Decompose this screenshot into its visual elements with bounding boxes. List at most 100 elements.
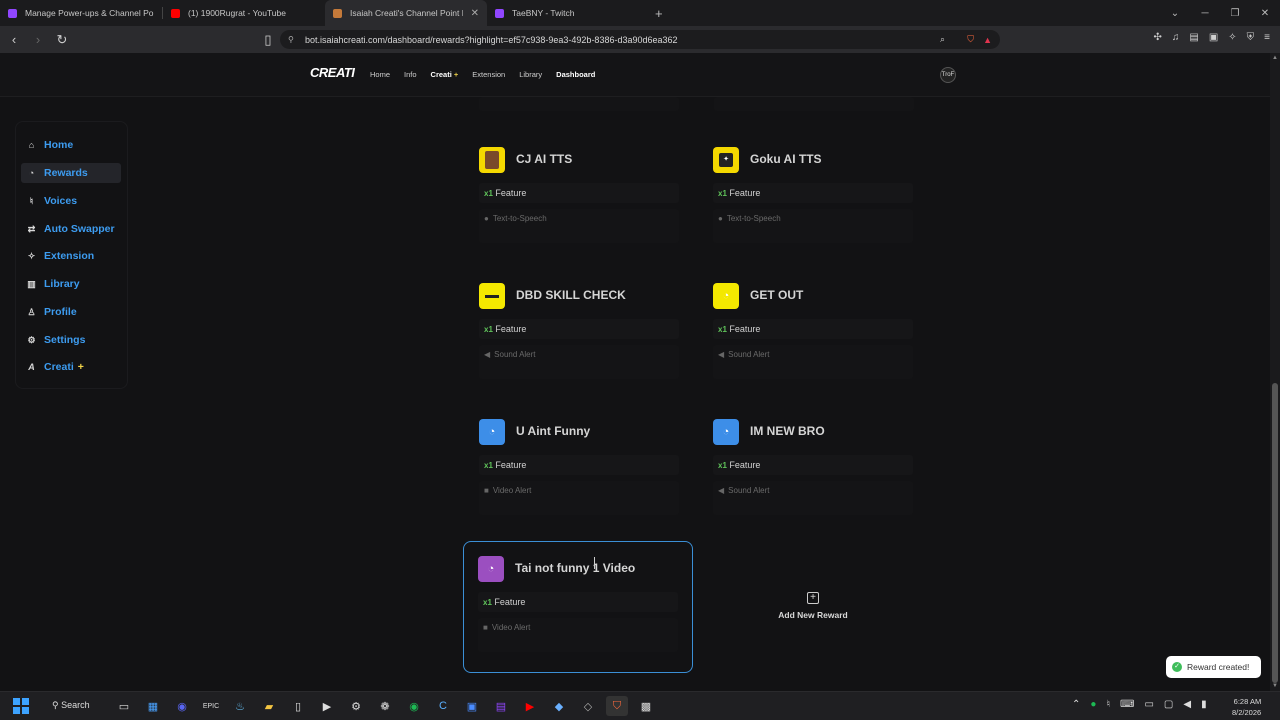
brave-browser-icon[interactable]: ⛉ — [606, 696, 628, 716]
reward-card[interactable]: DBD SKILL CHECK x1 Feature ◀ Sound Alert — [465, 269, 693, 399]
wallet-icon[interactable]: ▣ — [1209, 32, 1218, 43]
window-controls: ⌄ ─ ❐ ✕ — [1160, 0, 1280, 26]
add-new-reward-button[interactable]: + Add New Reward — [703, 543, 931, 673]
microphone-icon: ♮ — [29, 195, 34, 206]
steam-icon[interactable]: ♨ — [229, 696, 251, 716]
app-c-icon[interactable]: C — [432, 696, 454, 716]
reward-card[interactable]: CJ AI TTS x1 Feature ● Text-to-Speech — [465, 133, 693, 263]
tab-creati-bot[interactable]: Isaiah Creati's Channel Point Bot ✕ — [325, 0, 487, 26]
app-grid-icon[interactable]: ▩ — [635, 696, 657, 716]
network-icon[interactable]: ▢ — [1164, 699, 1173, 710]
sidebar-item-auto-swapper[interactable]: ⇄ Auto Swapper — [21, 219, 121, 239]
weather-icon[interactable]: ▦ — [142, 696, 164, 716]
spotify-tray-icon[interactable]: ● — [1090, 699, 1096, 710]
nav-extension[interactable]: Extension — [472, 70, 505, 79]
scroll-thumb[interactable] — [1272, 383, 1278, 683]
media-icon[interactable]: ♫ — [1172, 32, 1180, 43]
notepad-icon[interactable]: ▯ — [287, 696, 309, 716]
reward-card-highlighted[interactable]: ◔ Tai not funny 1 Video x1 Feature ■ Vide… — [463, 541, 693, 673]
display-icon[interactable]: ▭ — [1144, 699, 1153, 710]
discord-icon[interactable]: ◉ — [171, 696, 193, 716]
bookmark-icon[interactable]: ▯ — [258, 32, 278, 48]
microphone-tray-icon[interactable]: ♮ — [1106, 699, 1110, 710]
tray-overflow-icon[interactable]: ⌃ — [1072, 699, 1080, 710]
gear-icon: ⚙ — [27, 334, 36, 345]
maximize-icon[interactable]: ❐ — [1220, 8, 1250, 19]
reward-title: CJ AI TTS — [516, 152, 573, 166]
zoom-icon[interactable]: ⌕ — [940, 34, 945, 45]
tab-list-icon[interactable]: ⌄ — [1160, 8, 1190, 19]
epic-games-icon[interactable]: EPIC — [200, 696, 222, 716]
minimize-icon[interactable]: ─ — [1190, 8, 1220, 19]
spotify-icon[interactable]: ◉ — [403, 696, 425, 716]
close-tab-icon[interactable]: ✕ — [471, 8, 479, 19]
sidebar-item-extension[interactable]: ✧ Extension — [21, 246, 121, 266]
tab-twitch-powerups[interactable]: Manage Power-ups & Channel Points — [0, 0, 162, 26]
media-player-icon[interactable]: ▶ — [316, 696, 338, 716]
leo-ai-icon[interactable]: ✧ — [1228, 32, 1236, 43]
nav-library[interactable]: Library — [519, 70, 542, 79]
battery-icon[interactable]: ▮ — [1201, 699, 1207, 710]
browser-tab-bar: Manage Power-ups & Channel Points (1) 19… — [0, 0, 1280, 26]
page-scrollbar[interactable]: ▲ ▼ — [1270, 53, 1280, 691]
taskbar-search[interactable]: ⚲ Search — [52, 700, 90, 711]
brave-rewards-icon[interactable]: ▲ — [983, 35, 992, 45]
toast-notification[interactable]: ✓ Reward created! — [1166, 656, 1261, 678]
sidebar-item-library[interactable]: ▥ Library — [21, 274, 121, 294]
twitch-app-icon[interactable]: ▤ — [490, 696, 512, 716]
reward-card[interactable]: ◔ U Aint Funny x1 Feature ■ Video Alert — [465, 405, 693, 535]
tab-youtube[interactable]: (1) 1900Rugrat - YouTube — [163, 0, 325, 26]
dbd-icon — [479, 283, 505, 309]
file-explorer-icon[interactable]: ▰ — [258, 696, 280, 716]
back-icon[interactable]: ‹ — [4, 32, 24, 47]
scroll-up-icon[interactable]: ▲ — [1272, 55, 1278, 61]
user-avatar[interactable]: TroF — [940, 67, 956, 83]
sidebar-item-profile[interactable]: ♙ Profile — [21, 302, 121, 322]
nav-info[interactable]: Info — [404, 70, 417, 79]
chatgpt-icon[interactable]: ❁ — [374, 696, 396, 716]
sidebar-item-home[interactable]: ⌂ Home — [21, 135, 121, 155]
reward-feature: x1 Feature — [479, 183, 679, 203]
sidebar-toggle-icon[interactable]: ▤ — [1189, 32, 1198, 43]
extensions-icon[interactable]: ✣ — [1153, 32, 1161, 43]
volume-icon[interactable]: ◀ — [1183, 699, 1191, 710]
sidebar-item-voices[interactable]: ♮ Voices — [21, 191, 121, 211]
reward-card[interactable]: ◔ GET OUT x1 Feature ◀ Sound Alert — [699, 269, 927, 399]
reward-card[interactable]: ◔ IM NEW BRO x1 Feature ◀ Sound Alert — [699, 405, 927, 535]
windows-start-icon[interactable] — [13, 698, 29, 714]
sidebar-item-creati[interactable]: A Creati + — [21, 357, 121, 377]
reload-icon[interactable]: ↻ — [52, 32, 72, 48]
tab-twitch-taebny[interactable]: TaeBNY - Twitch — [487, 0, 649, 26]
app-blue-icon[interactable]: ▣ — [461, 696, 483, 716]
taskbar-apps: ▭ ▦ ◉ EPIC ♨ ▰ ▯ ▶ ⚙ ❁ ◉ C ▣ ▤ ▶ ◆ ◇ ⛉ ▩ — [113, 696, 657, 716]
nav-dashboard[interactable]: Dashboard — [556, 70, 595, 79]
taskbar-clock[interactable]: 6:28 AM 8/2/2026 — [1232, 696, 1261, 718]
system-tray: ⌃ ● ♮ ⌨ ▭ ▢ ◀ ▮ — [1072, 699, 1207, 710]
close-window-icon[interactable]: ✕ — [1250, 8, 1280, 19]
brave-shield-icon[interactable]: ⛉ — [967, 34, 974, 45]
alert-type-box — [479, 97, 679, 111]
app-diamond-icon[interactable]: ◆ — [548, 696, 570, 716]
new-tab-icon[interactable]: + — [655, 6, 663, 21]
app-diamond-icon[interactable]: ◇ — [577, 696, 599, 716]
reward-title: GET OUT — [750, 288, 804, 302]
sidebar-item-rewards[interactable]: ◔ Rewards — [21, 163, 121, 183]
task-view-icon[interactable]: ▭ — [113, 696, 135, 716]
twitch-icon — [8, 8, 17, 18]
site-info-icon[interactable]: ⚲ — [288, 35, 294, 44]
menu-icon[interactable]: ≡ — [1264, 32, 1270, 43]
forward-icon[interactable]: › — [28, 32, 48, 47]
sidebar-item-settings[interactable]: ⚙ Settings — [21, 330, 121, 350]
youtube-app-icon[interactable]: ▶ — [519, 696, 541, 716]
scroll-down-icon[interactable]: ▼ — [1272, 683, 1278, 689]
reward-card[interactable]: ✦ Goku AI TTS x1 Feature ● Text-to-Speech — [699, 133, 927, 263]
url-field[interactable]: ⚲ bot.isaiahcreati.com/dashboard/rewards… — [280, 30, 1000, 49]
reward-action: ● Text-to-Speech — [713, 209, 913, 243]
creati-logo[interactable]: CREATI — [310, 65, 355, 80]
toolbar-icons: ✣ ♫ ▤ ▣ ✧ ⛨ ≡ — [1153, 32, 1270, 43]
nav-creati[interactable]: Creati + — [431, 70, 459, 79]
keyboard-icon[interactable]: ⌨ — [1120, 699, 1134, 710]
settings-app-icon[interactable]: ⚙ — [345, 696, 367, 716]
vpn-icon[interactable]: ⛨ — [1247, 32, 1255, 43]
nav-home[interactable]: Home — [370, 70, 390, 79]
